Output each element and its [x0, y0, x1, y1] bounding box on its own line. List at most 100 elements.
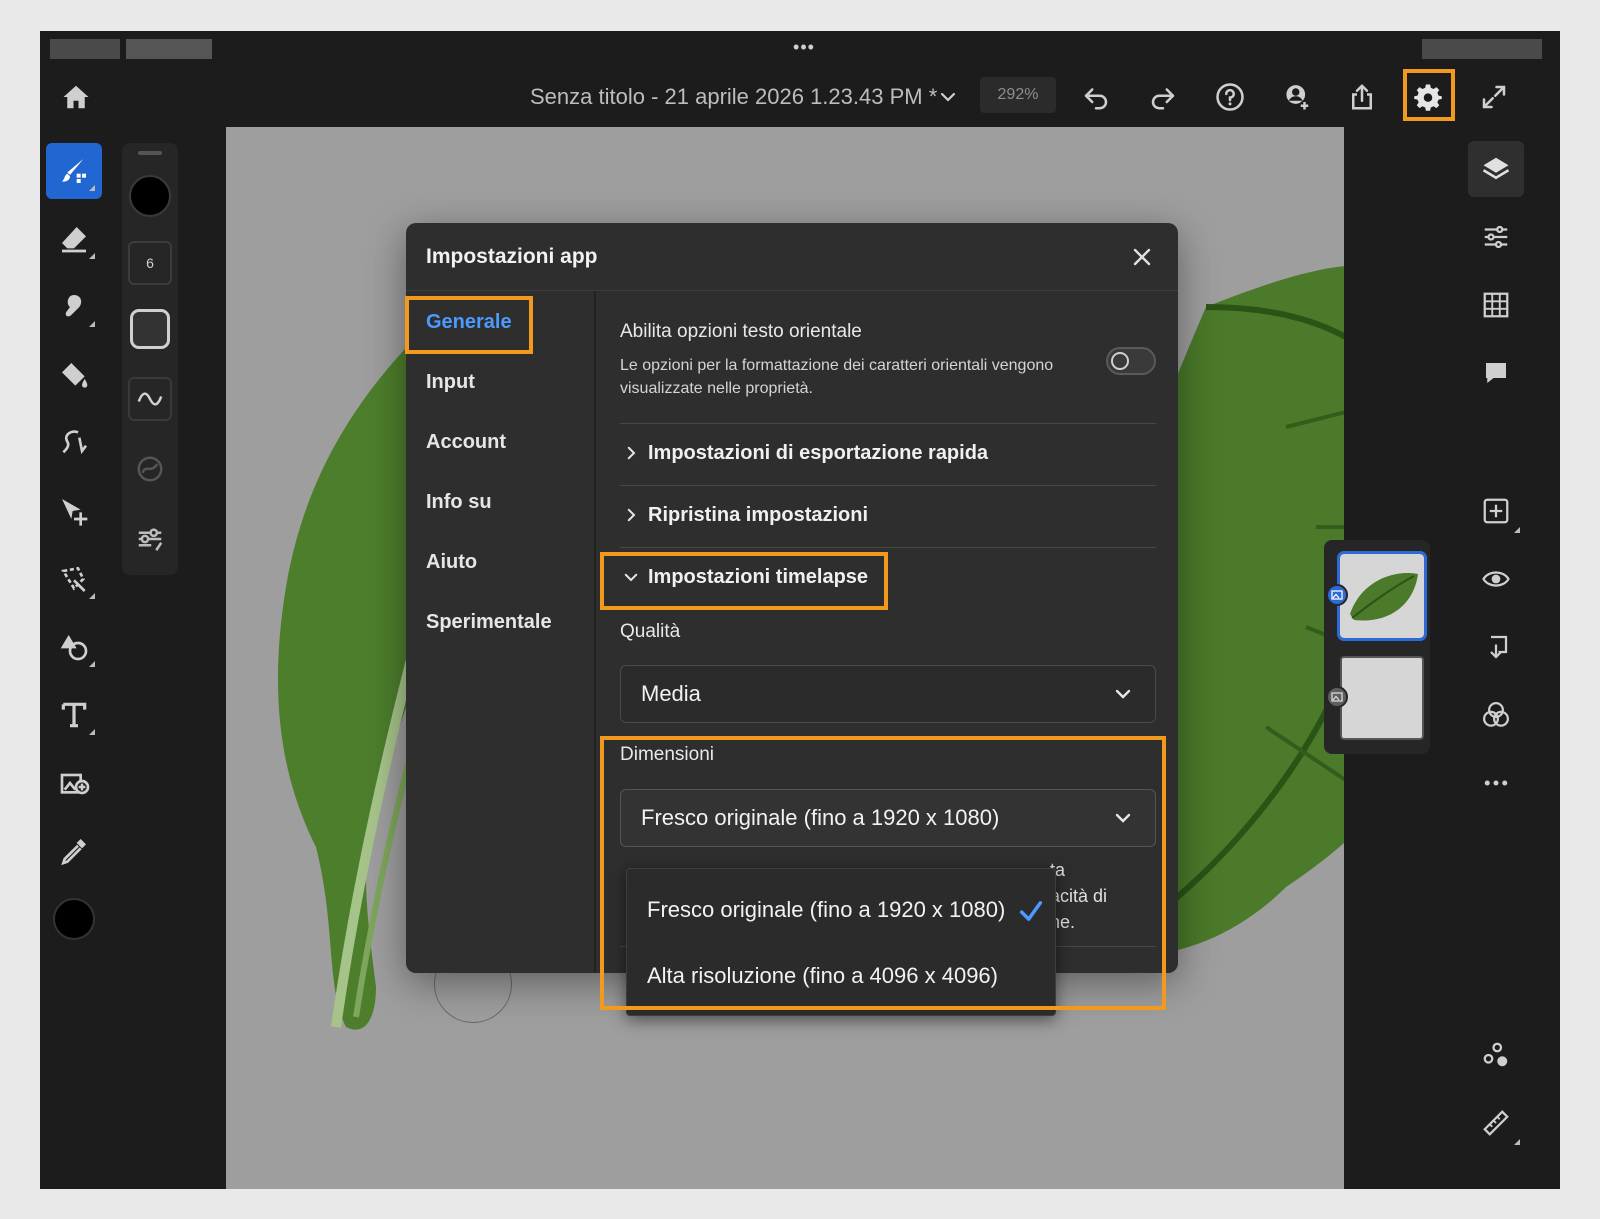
- nav-item-generale[interactable]: Generale: [426, 311, 512, 334]
- section-label: Impostazioni timelapse: [648, 565, 869, 588]
- brush-settings-button[interactable]: [128, 517, 172, 561]
- tool-lasso[interactable]: [46, 415, 102, 471]
- lasso-icon: [62, 430, 88, 455]
- chevron-right-icon: [620, 504, 642, 526]
- redo-button[interactable]: [1143, 77, 1183, 117]
- tool-selection[interactable]: [46, 551, 102, 607]
- ruler-button[interactable]: [1468, 1095, 1524, 1151]
- help-button[interactable]: [1210, 77, 1250, 117]
- collaborate-button[interactable]: [1468, 1027, 1524, 1083]
- section-reset[interactable]: Ripristina impostazioni: [620, 495, 1156, 535]
- panel-handle[interactable]: [138, 151, 162, 155]
- dropdown-option-high-res[interactable]: Alta risoluzione (fino a 4096 x 4096): [647, 963, 998, 989]
- nav-item-sperimentale[interactable]: Sperimentale: [426, 611, 552, 634]
- tool-fill[interactable]: [46, 347, 102, 403]
- dimensions-desc-partial: ta acità di ne.: [1050, 857, 1170, 935]
- tool-flyout-indicator: [89, 185, 95, 191]
- pressure-button[interactable]: [128, 447, 172, 491]
- settings-button[interactable]: [1408, 77, 1448, 117]
- dropdown-option-original[interactable]: Fresco originale (fino a 1920 x 1080): [647, 897, 1005, 923]
- merge-down-button[interactable]: [1468, 619, 1524, 675]
- section-label: Ripristina impostazioni: [648, 503, 869, 526]
- move-icon: [62, 499, 88, 526]
- tool-flyout-indicator: [89, 321, 95, 327]
- divider: [620, 547, 1156, 548]
- close-button[interactable]: [1126, 241, 1158, 273]
- brush-size-field[interactable]: 6: [128, 241, 172, 285]
- pressure-icon: [137, 456, 163, 482]
- app-window: ••• Senza titolo - 21 aprile 2026 1.23.4…: [40, 31, 1560, 1189]
- visibility-button[interactable]: [1468, 551, 1524, 607]
- home-button[interactable]: [58, 79, 94, 115]
- tool-eraser[interactable]: [46, 211, 102, 267]
- more-options-button[interactable]: [1468, 755, 1524, 811]
- divider: [620, 423, 1156, 424]
- tool-shape[interactable]: [46, 619, 102, 675]
- section-timelapse[interactable]: Impostazioni timelapse: [620, 557, 1156, 597]
- tool-flyout-indicator: [89, 729, 95, 735]
- fullscreen-button[interactable]: [1474, 77, 1514, 117]
- settings-nav: Generale Input Account Info su Aiuto Spe…: [406, 291, 596, 973]
- zoom-level[interactable]: 292%: [980, 77, 1056, 113]
- add-layer-button[interactable]: [1468, 483, 1524, 539]
- document-title[interactable]: Senza titolo - 21 aprile 2026 1.23.43 PM…: [530, 84, 937, 110]
- place-image-icon: [60, 773, 90, 795]
- tool-flyout-indicator: [89, 661, 95, 667]
- image-icon: [1331, 692, 1343, 702]
- quality-select[interactable]: Media: [620, 665, 1156, 723]
- section-label: Impostazioni di esportazione rapida: [648, 441, 989, 464]
- multitask-dots[interactable]: •••: [784, 37, 824, 58]
- close-icon: [1133, 248, 1151, 266]
- color-swatch[interactable]: [46, 891, 102, 947]
- collaborate-icon: [1483, 1042, 1508, 1067]
- invite-button[interactable]: [1277, 77, 1317, 117]
- shape-icon: [60, 635, 88, 661]
- tool-smudge[interactable]: [46, 279, 102, 335]
- chevron-down-icon: [1115, 813, 1131, 823]
- redo-icon: [1151, 88, 1175, 110]
- comments-button[interactable]: [1468, 345, 1524, 401]
- oriental-text-title: Abilita opzioni testo orientale: [620, 321, 862, 342]
- tool-type[interactable]: [46, 687, 102, 743]
- brush-color-swatch[interactable]: [129, 175, 171, 217]
- nav-item-info[interactable]: Info su: [426, 491, 492, 514]
- properties-button[interactable]: [1468, 209, 1524, 265]
- add-layer-icon: [1483, 498, 1509, 524]
- checkmark-icon: [1019, 901, 1043, 921]
- layer-image-badge: [1326, 584, 1348, 606]
- color-circle: [53, 898, 95, 940]
- leaf-thumbnail-icon: [1350, 573, 1418, 621]
- oriental-text-toggle[interactable]: [1106, 347, 1156, 375]
- home-icon: [63, 85, 89, 109]
- chevron-down-icon: [1115, 689, 1131, 699]
- nav-item-account[interactable]: Account: [426, 431, 506, 454]
- quality-value: Media: [641, 681, 701, 706]
- brush-shape-button[interactable]: [128, 307, 172, 351]
- tool-eyedropper[interactable]: [46, 823, 102, 879]
- sliders-icon: [1484, 225, 1508, 249]
- dimensions-select[interactable]: Fresco originale (fino a 1920 x 1080): [620, 789, 1156, 847]
- layer-thumbnail-leaf[interactable]: [1337, 551, 1427, 641]
- comment-icon: [1486, 363, 1506, 383]
- layer-thumbnail-empty[interactable]: [1340, 656, 1424, 740]
- section-quick-export[interactable]: Impostazioni di esportazione rapida: [620, 433, 1156, 473]
- tool-pixel-brush[interactable]: [46, 143, 102, 199]
- layers-button[interactable]: [1468, 141, 1524, 197]
- tool-move[interactable]: [46, 483, 102, 539]
- eye-icon: [1482, 571, 1510, 587]
- quality-label: Qualità: [620, 621, 681, 642]
- grid-button[interactable]: [1468, 277, 1524, 333]
- title-menu-button[interactable]: [936, 85, 960, 109]
- tool-flyout-indicator: [1514, 1139, 1520, 1145]
- smoothing-button[interactable]: [128, 377, 172, 421]
- nav-item-aiuto[interactable]: Aiuto: [426, 551, 477, 574]
- eyedropper-icon: [61, 839, 86, 866]
- nav-item-input[interactable]: Input: [426, 371, 475, 394]
- undo-button[interactable]: [1076, 77, 1116, 117]
- merge-down-icon: [1490, 635, 1508, 659]
- image-icon: [1331, 590, 1343, 600]
- tool-place-image[interactable]: [46, 755, 102, 811]
- type-icon: [61, 702, 87, 728]
- share-button[interactable]: [1342, 77, 1382, 117]
- blend-mode-button[interactable]: [1468, 687, 1524, 743]
